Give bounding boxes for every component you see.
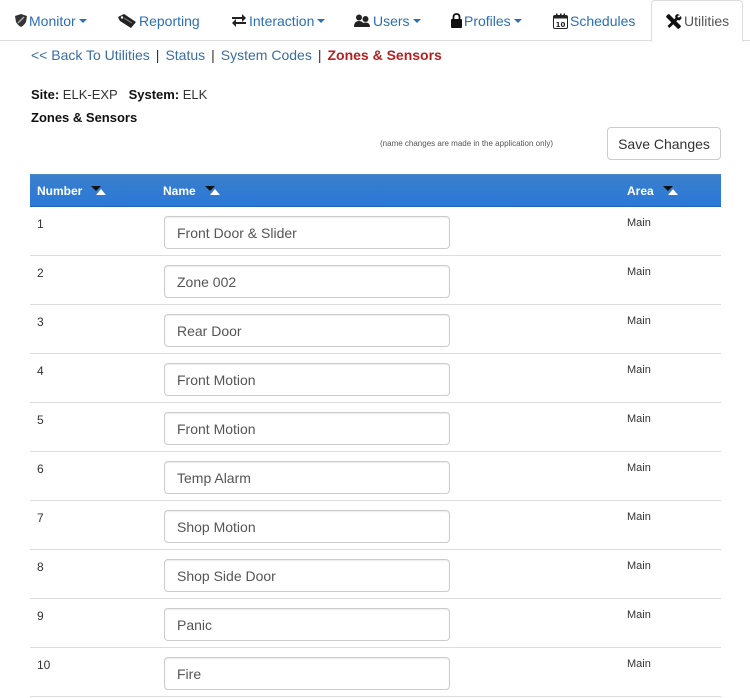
zone-name-input[interactable] xyxy=(164,510,450,543)
table-row: 8 Main xyxy=(30,550,721,599)
zone-number: 1 xyxy=(37,217,44,231)
table-body: 1 Main 2 Main 3 Main 4 Main 5 Main 6 Main 7 Main 8 Main… xyxy=(30,207,721,697)
table-row: 3 Main xyxy=(30,305,721,354)
table-row: 7 Main xyxy=(30,501,721,550)
zone-name-input[interactable] xyxy=(164,314,450,347)
nav-utilities[interactable]: Utilities xyxy=(651,0,743,42)
system-codes-link[interactable]: System Codes xyxy=(221,47,312,63)
section-title: Zones & Sensors xyxy=(31,110,138,125)
header-name[interactable]: Name xyxy=(163,175,221,206)
zones-table: Number Name Area 1 Main 2 Main 3 Main 4 Main 5 Ma… xyxy=(30,174,721,697)
chevron-down-icon xyxy=(317,18,326,23)
nav-interaction[interactable]: Interaction xyxy=(231,0,326,41)
chevron-down-icon xyxy=(513,18,522,23)
chevron-down-icon xyxy=(412,18,421,23)
nav-label: Interaction xyxy=(249,12,315,29)
system-value: ELK xyxy=(182,87,208,102)
system-label: System: xyxy=(128,87,180,102)
lock-icon xyxy=(451,13,462,28)
zone-area: Main xyxy=(627,413,651,425)
nav-label: Profiles xyxy=(464,12,511,29)
save-changes-button[interactable]: Save Changes xyxy=(607,127,721,160)
table-row: 4 Main xyxy=(30,354,721,403)
nav-label: Reporting xyxy=(139,12,200,29)
table-row: 6 Main xyxy=(30,452,721,501)
header-number-label: Number xyxy=(37,183,83,198)
sort-icon xyxy=(204,185,221,196)
table-row: 10 Main xyxy=(30,648,721,697)
separator: | xyxy=(317,47,322,63)
zone-name-input[interactable] xyxy=(164,412,450,445)
zone-area: Main xyxy=(627,266,651,278)
exchange-icon xyxy=(231,13,247,28)
zone-number: 5 xyxy=(37,413,44,427)
zone-number: 9 xyxy=(37,609,44,623)
zone-area: Main xyxy=(627,462,651,474)
zone-area: Main xyxy=(627,609,651,621)
zone-area: Main xyxy=(627,315,651,327)
zone-name-input[interactable] xyxy=(164,559,450,592)
breadcrumb: << Back To Utilities | Status | System Codes… xyxy=(31,47,442,63)
nav-monitor[interactable]: Monitor xyxy=(15,0,87,41)
sort-icon xyxy=(91,185,107,196)
zone-number: 8 xyxy=(37,560,44,574)
back-to-utilities-link[interactable]: << Back To Utilities xyxy=(31,47,150,63)
top-nav: Monitor Reporting Interaction Users Prof… xyxy=(0,0,750,42)
sort-icon xyxy=(662,185,679,196)
nav-label: Users xyxy=(373,12,410,29)
nav-label: Utilities xyxy=(684,13,730,29)
zone-number: 10 xyxy=(37,658,51,672)
table-row: 1 Main xyxy=(30,207,721,256)
zone-name-input[interactable] xyxy=(164,363,450,396)
current-page-crumb: Zones & Sensors xyxy=(327,47,442,63)
nav-users[interactable]: Users xyxy=(354,0,421,41)
header-name-label: Name xyxy=(163,183,196,198)
zone-name-input[interactable] xyxy=(164,461,450,494)
zone-area: Main xyxy=(627,364,651,376)
nav-label: Monitor xyxy=(29,12,76,29)
separator: | xyxy=(155,47,160,63)
table-row: 5 Main xyxy=(30,403,721,452)
zone-area: Main xyxy=(627,560,651,572)
zone-number: 3 xyxy=(37,315,44,329)
zone-name-input[interactable] xyxy=(164,657,450,690)
table-header: Number Name Area xyxy=(30,174,721,207)
header-area-label: Area xyxy=(627,183,654,198)
zone-area: Main xyxy=(627,511,651,523)
zone-name-input[interactable] xyxy=(164,265,450,298)
header-number[interactable]: Number xyxy=(37,175,107,206)
separator: | xyxy=(211,47,215,63)
table-row: 9 Main xyxy=(30,599,721,648)
zone-number: 4 xyxy=(37,364,44,378)
nav-label: Schedules xyxy=(570,12,636,29)
zone-name-input[interactable] xyxy=(164,608,450,641)
status-link[interactable]: Status xyxy=(165,47,205,63)
zone-number: 7 xyxy=(37,511,44,525)
users-icon xyxy=(354,14,371,27)
tools-icon xyxy=(666,13,682,29)
table-row: 2 Main xyxy=(30,256,721,305)
name-change-note: (name changes are made in the applicatio… xyxy=(380,139,553,148)
site-label: Site: xyxy=(31,87,60,102)
site-info: Site: ELK-EXP System: ELK xyxy=(31,87,207,102)
site-value: ELK-EXP xyxy=(62,87,118,102)
svg-text:10: 10 xyxy=(556,20,566,28)
zone-area: Main xyxy=(627,658,651,670)
tag-icon xyxy=(118,13,137,28)
calendar-icon: 10 xyxy=(553,13,568,29)
nav-profiles[interactable]: Profiles xyxy=(451,0,522,41)
shield-icon xyxy=(15,14,27,27)
chevron-down-icon xyxy=(78,18,87,23)
nav-reporting[interactable]: Reporting xyxy=(118,0,200,41)
zone-number: 6 xyxy=(37,462,44,476)
zone-name-input[interactable] xyxy=(164,216,450,249)
zone-area: Main xyxy=(627,217,651,229)
header-area[interactable]: Area xyxy=(627,175,679,206)
nav-schedules[interactable]: 10 Schedules xyxy=(553,0,635,41)
zone-number: 2 xyxy=(37,266,44,280)
